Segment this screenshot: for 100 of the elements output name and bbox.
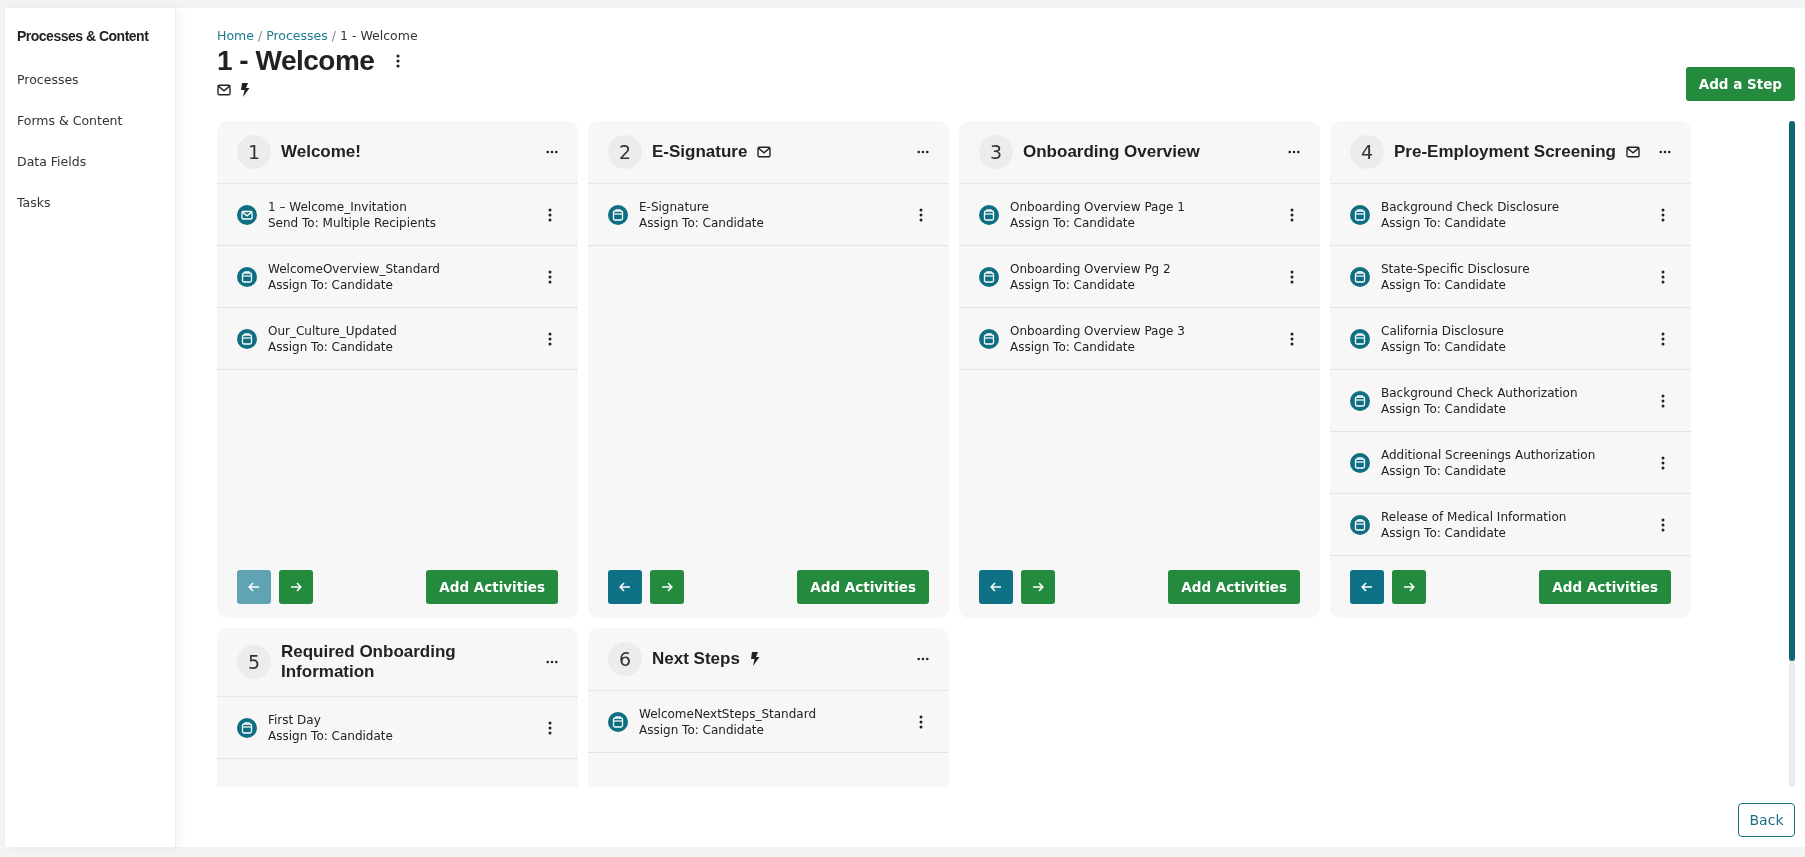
more-options-icon[interactable] (917, 657, 929, 661)
activity-assignee: Assign To: Candidate (639, 721, 765, 738)
add-step-button[interactable]: Add a Step (1685, 67, 1795, 101)
activity-assignee: Assign To: Candidate (639, 214, 765, 231)
move-left-button[interactable] (979, 570, 1013, 604)
more-options-icon[interactable] (1290, 207, 1294, 222)
activity-name: California Disclosure (1381, 322, 1505, 339)
activity-name: WelcomeOverview_Standard (268, 260, 441, 277)
activity-name: Background Check Authorization (1381, 384, 1579, 401)
step-title: Welcome! (281, 142, 361, 162)
activity-name: Background Check Disclosure (1381, 198, 1561, 215)
lightning-bolt-icon (240, 83, 250, 97)
activity-assignee: Assign To: Candidate (1381, 524, 1507, 541)
more-options-icon[interactable] (1659, 150, 1671, 154)
step-number: 2 (608, 135, 642, 169)
more-options-icon[interactable] (1288, 150, 1300, 154)
activity-name: Onboarding Overview Pg 2 (1010, 260, 1172, 277)
activity-name: State-Specific Disclosure (1381, 260, 1531, 277)
activity-name: Our_Culture_Updated (268, 322, 398, 339)
add-activities-button[interactable]: Add Activities (426, 570, 558, 604)
activity-assignee: Assign To: Candidate (1010, 338, 1136, 355)
add-activities-button[interactable]: Add Activities (1539, 570, 1671, 604)
sidebar-title: Processes & Content (17, 28, 150, 44)
activity-assignee: Assign To: Candidate (1381, 214, 1507, 231)
step-number: 6 (608, 642, 642, 676)
activity-name: WelcomeNextSteps_Standard (639, 705, 817, 722)
more-options-icon[interactable] (917, 150, 929, 154)
activity-assignee: Assign To: Candidate (1381, 462, 1507, 479)
envelope-icon (217, 84, 231, 96)
arrow-right-icon (290, 582, 302, 592)
more-options-icon[interactable] (548, 331, 552, 346)
step-number: 5 (237, 645, 271, 679)
more-options-icon[interactable] (546, 660, 558, 664)
more-options-icon[interactable] (548, 720, 552, 735)
more-options-icon[interactable] (919, 207, 923, 222)
activity-name: First Day (268, 711, 322, 728)
more-options-icon[interactable] (548, 207, 552, 222)
clipboard-icon (1350, 452, 1370, 473)
arrow-left-icon (990, 582, 1002, 592)
more-options-icon[interactable] (548, 269, 552, 284)
clipboard-icon (237, 328, 257, 349)
move-left-button[interactable] (608, 570, 642, 604)
clipboard-icon (979, 328, 999, 349)
sidebar-item[interactable]: Processes (17, 72, 175, 87)
envelope-icon (237, 204, 257, 225)
more-options-icon[interactable] (1661, 269, 1665, 284)
clipboard-icon (979, 204, 999, 225)
activity-assignee: Assign To: Candidate (1381, 338, 1507, 355)
move-right-button[interactable] (1392, 570, 1426, 604)
more-options-icon[interactable] (546, 150, 558, 154)
activity-assignee: Assign To: Candidate (268, 727, 394, 744)
more-options-icon[interactable] (1661, 207, 1665, 222)
more-options-icon[interactable] (1661, 393, 1665, 408)
envelope-icon (757, 146, 772, 158)
breadcrumb-link[interactable]: Processes (266, 28, 328, 43)
add-activities-button[interactable]: Add Activities (1168, 570, 1300, 604)
step-title: E-Signature (652, 142, 748, 162)
breadcrumb-link[interactable]: Home (217, 28, 254, 43)
activity-assignee: Send To: Multiple Recipients (268, 214, 438, 231)
arrow-right-icon (661, 582, 673, 592)
move-right-button[interactable] (1021, 570, 1055, 604)
clipboard-icon (608, 711, 628, 732)
activity-name: 1 – Welcome_Invitation (268, 198, 408, 215)
clipboard-icon (1350, 266, 1370, 287)
more-options-icon[interactable] (1661, 455, 1665, 470)
more-options-icon[interactable] (1290, 331, 1294, 346)
arrow-left-icon (619, 582, 631, 592)
more-options-icon[interactable] (396, 54, 401, 68)
step-title: Onboarding Overview (1023, 142, 1200, 162)
lightning-bolt-icon (749, 652, 760, 666)
clipboard-icon (1350, 204, 1370, 225)
step-number: 4 (1350, 135, 1384, 169)
activity-assignee: Assign To: Candidate (1010, 214, 1136, 231)
clipboard-icon (608, 204, 628, 225)
back-button[interactable]: Back (1738, 803, 1795, 837)
activity-name: Onboarding Overview Page 1 (1010, 198, 1186, 215)
step-number: 1 (237, 135, 271, 169)
breadcrumb-current: 1 - Welcome (340, 28, 418, 43)
arrow-left-icon (1361, 582, 1373, 592)
clipboard-icon (237, 717, 257, 738)
move-right-button[interactable] (279, 570, 313, 604)
breadcrumb-separator: / (257, 28, 263, 43)
clipboard-icon (1350, 514, 1370, 535)
move-right-button[interactable] (650, 570, 684, 604)
more-options-icon[interactable] (1290, 269, 1294, 284)
step-title: Required Onboarding Information (281, 642, 457, 682)
sidebar-item[interactable]: Data Fields (17, 154, 175, 169)
add-activities-button[interactable]: Add Activities (797, 570, 929, 604)
sidebar-item[interactable]: Tasks (17, 195, 175, 210)
arrow-right-icon (1032, 582, 1044, 592)
step-title: Pre-Employment Screening (1394, 142, 1616, 162)
clipboard-icon (979, 266, 999, 287)
activity-assignee: Assign To: Candidate (268, 276, 394, 293)
activity-name: E-Signature (639, 198, 710, 215)
more-options-icon[interactable] (919, 714, 923, 729)
more-options-icon[interactable] (1661, 331, 1665, 346)
sidebar-item[interactable]: Forms & Content (17, 113, 175, 128)
arrow-left-icon (248, 582, 260, 592)
more-options-icon[interactable] (1661, 517, 1665, 532)
move-left-button[interactable] (1350, 570, 1384, 604)
